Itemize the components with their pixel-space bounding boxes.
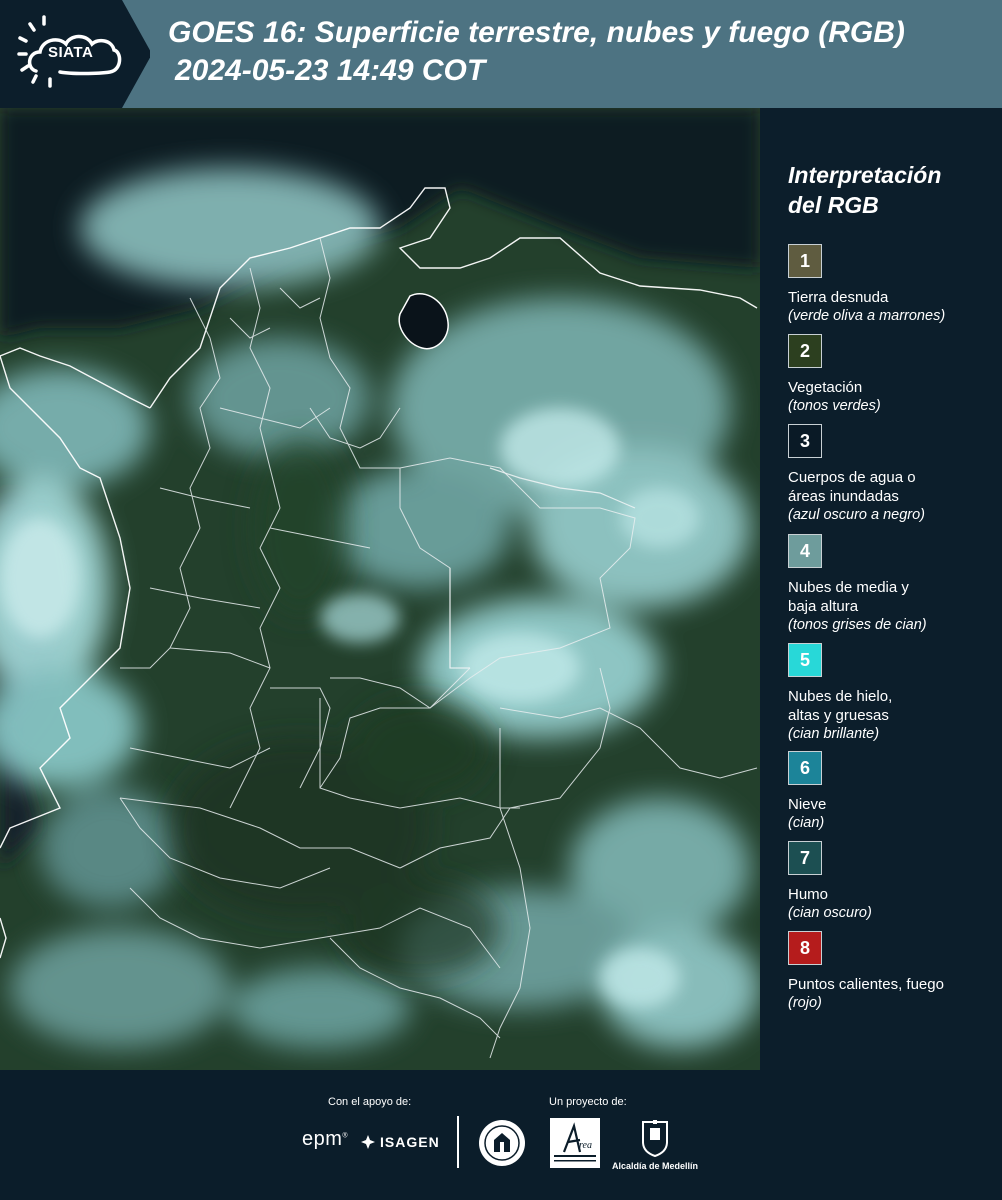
footer-divider (457, 1116, 459, 1168)
legend-item-desc: (cian oscuro) (788, 905, 872, 921)
support-label: Con el apoyo de: (328, 1096, 412, 1108)
legend-item: 6 Nieve (cian) (788, 751, 998, 833)
epm-logo: epm® (302, 1128, 349, 1150)
legend-swatch: 2 (788, 334, 822, 368)
satellite-map (0, 108, 760, 1070)
legend-item: 7 Humo (cian oscuro) (788, 841, 998, 923)
isagen-logo: ISAGEN (360, 1134, 440, 1150)
legend-item-desc: (azul oscuro a negro) (788, 507, 926, 523)
legend-item-desc: (verde oliva a marrones) (788, 308, 946, 324)
legend-panel: Interpretación del RGB 1 Tierra desnuda … (760, 108, 1002, 1070)
footer: Con el apoyo de: Un proyecto de: epm® IS… (0, 1070, 1002, 1200)
legend-item: 2 Vegetación (tonos verdes) (788, 334, 998, 416)
legend-item-desc: (rojo) (788, 995, 822, 1011)
legend-item: 3 Cuerpos de agua o áreas inundadas (azu… (788, 424, 998, 525)
legend-item: 1 Tierra desnuda (verde oliva a marrones… (788, 244, 998, 326)
legend-item-label: Vegetación (788, 379, 863, 396)
satellite-rgb-map-image (0, 108, 760, 1070)
legend-swatch: 6 (788, 751, 822, 785)
legend-item-desc: (tonos grises de cian) (788, 617, 927, 633)
legend-swatch: 7 (788, 841, 822, 875)
legend-swatch: 5 (788, 643, 822, 677)
legend-item-label: Nieve (788, 796, 827, 813)
legend-item-label: Nubes de media y baja altura (788, 579, 909, 615)
legend-item-desc: (tonos verdes) (788, 398, 881, 414)
university-seal-logo (477, 1118, 527, 1173)
siata-logo: SIATA (0, 0, 150, 108)
legend-swatch: 4 (788, 534, 822, 568)
legend-item-desc: (cian brillante) (788, 726, 880, 742)
legend-swatch: 8 (788, 931, 822, 965)
svg-text:rea: rea (579, 1140, 592, 1151)
page-timestamp: 2024-05-23 14:49 COT (175, 54, 486, 87)
page-title: GOES 16: Superficie terrestre, nubes y f… (168, 16, 905, 49)
area-metropolitana-logo: rea (550, 1118, 600, 1168)
legend-item-label: Humo (788, 886, 829, 903)
isagen-icon (361, 1135, 375, 1149)
legend-swatch: 1 (788, 244, 822, 278)
header-bar: SIATA GOES 16: Superficie terrestre, nub… (0, 0, 1002, 108)
legend-swatch: 3 (788, 424, 822, 458)
project-label: Un proyecto de: (549, 1096, 627, 1108)
siata-logo-text: SIATA (48, 44, 94, 61)
legend-item-label: Tierra desnuda (788, 289, 889, 306)
legend-item: 4 Nubes de media y baja altura (tonos gr… (788, 534, 998, 635)
legend-item-desc: (cian) (788, 815, 825, 831)
legend-item-label: Puntos calientes, fuego (788, 976, 944, 993)
alcaldia-logo-text: Alcaldía de Medellín (612, 1161, 699, 1171)
legend-item: 5 Nubes de hielo, altas y gruesas (cian … (788, 643, 998, 744)
legend-title: Interpretación del RGB (788, 162, 942, 218)
alcaldia-medellin-logo (640, 1118, 670, 1163)
legend-item-label: Nubes de hielo, altas y gruesas (788, 688, 893, 724)
legend-item-label: Cuerpos de agua o áreas inundadas (788, 469, 916, 505)
legend-item: 8 Puntos calientes, fuego (rojo) (788, 931, 998, 1013)
